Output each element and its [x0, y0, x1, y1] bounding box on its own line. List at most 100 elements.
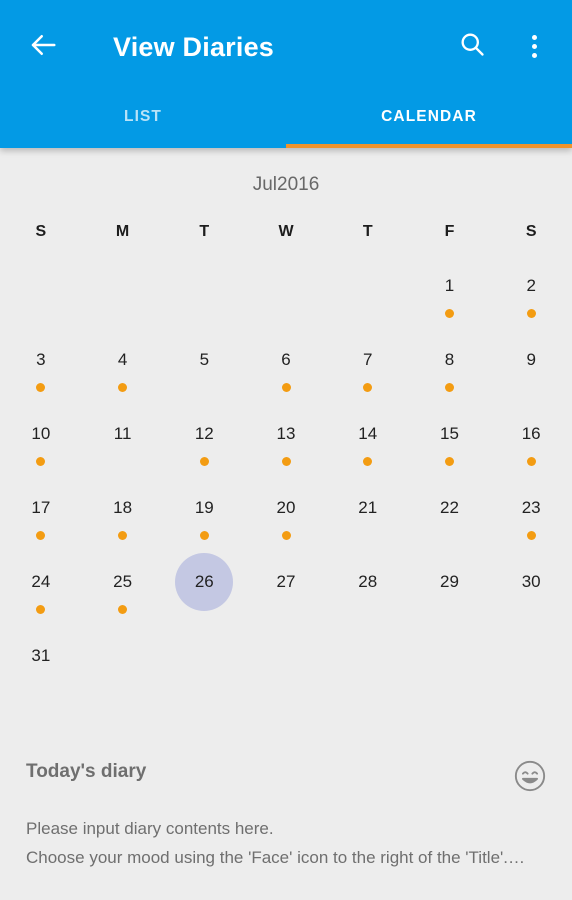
search-icon — [458, 30, 486, 63]
calendar-day-5[interactable]: 5 — [163, 337, 245, 411]
day-circle: 25 — [94, 553, 152, 611]
diary-entry-dot — [118, 605, 128, 614]
todays-diary-section: Today's diary Please input diary content… — [0, 742, 572, 872]
mood-face-button[interactable] — [508, 756, 552, 800]
day-number: 18 — [113, 498, 133, 517]
calendar-day-20[interactable]: 20 — [245, 485, 327, 559]
calendar-day-24[interactable]: 24 — [0, 559, 82, 633]
day-circle: 22 — [420, 479, 478, 537]
day-number: 16 — [521, 424, 541, 443]
day-circle: 15 — [420, 405, 478, 463]
day-circle — [94, 627, 152, 685]
day-circle: 14 — [339, 405, 397, 463]
diary-entry-dot — [363, 383, 373, 392]
calendar-day-23[interactable]: 23 — [490, 485, 572, 559]
diary-entry-dot — [444, 383, 454, 392]
diary-entry-dot — [36, 383, 46, 392]
day-number: 27 — [276, 572, 296, 591]
day-number: 25 — [113, 572, 133, 591]
day-number: 20 — [276, 498, 296, 517]
day-number: 23 — [521, 498, 541, 517]
search-button[interactable] — [448, 22, 496, 70]
diary-body-text[interactable]: Please input diary contents here. Choose… — [0, 798, 572, 872]
diary-header: Today's diary — [0, 742, 572, 798]
day-circle: 23 — [502, 479, 560, 537]
diary-entry-dot — [526, 309, 536, 318]
calendar-week-row: 24 25 26 27 28 29 30 — [0, 553, 572, 633]
day-number: 21 — [358, 498, 378, 517]
day-number: 8 — [444, 350, 455, 369]
calendar-day-empty — [0, 263, 82, 337]
calendar-day-31[interactable]: 31 — [0, 633, 82, 707]
day-circle: 9 — [502, 331, 560, 389]
calendar-day-4[interactable]: 4 — [82, 337, 164, 411]
diary-entry-dot — [118, 383, 128, 392]
calendar-day-1[interactable]: 1 — [409, 263, 491, 337]
calendar-day-7[interactable]: 7 — [327, 337, 409, 411]
calendar-day-28[interactable]: 28 — [327, 559, 409, 633]
day-number: 12 — [194, 424, 214, 443]
day-circle — [257, 257, 315, 315]
day-circle — [94, 257, 152, 315]
app-bar: View Diaries LIST CALENDAR — [0, 0, 572, 148]
day-circle: 7 — [339, 331, 397, 389]
calendar-day-22[interactable]: 22 — [409, 485, 491, 559]
day-circle: 18 — [94, 479, 152, 537]
calendar-day-30[interactable]: 30 — [490, 559, 572, 633]
month-label[interactable]: Jul2016 — [0, 148, 572, 197]
calendar-day-16[interactable]: 16 — [490, 411, 572, 485]
calendar-day-9[interactable]: 9 — [490, 337, 572, 411]
day-circle — [502, 627, 560, 685]
calendar-day-19[interactable]: 19 — [163, 485, 245, 559]
calendar-day-3[interactable]: 3 — [0, 337, 82, 411]
calendar-day-17[interactable]: 17 — [0, 485, 82, 559]
weekday-header-sat: S — [525, 223, 537, 240]
calendar-day-11[interactable]: 11 — [82, 411, 164, 485]
selected-day-circle: 26 — [175, 553, 234, 611]
day-circle: 13 — [257, 405, 315, 463]
day-circle: 31 — [12, 627, 70, 685]
day-circle — [420, 627, 478, 685]
weekday-header-thu: T — [362, 223, 373, 240]
tab-list[interactable]: LIST — [0, 92, 286, 148]
day-circle: 28 — [339, 553, 397, 611]
calendar-day-13[interactable]: 13 — [245, 411, 327, 485]
diary-entry-dot — [281, 457, 291, 466]
day-number: 9 — [526, 350, 536, 369]
overflow-menu-button[interactable] — [514, 22, 554, 70]
weekday-header-fri: F — [444, 223, 455, 240]
calendar-day-2[interactable]: 2 — [490, 263, 572, 337]
day-circle: 5 — [175, 331, 233, 389]
calendar-day-25[interactable]: 25 — [82, 559, 164, 633]
day-number: 15 — [439, 424, 459, 443]
day-circle — [175, 627, 233, 685]
day-circle — [257, 627, 315, 685]
back-button[interactable] — [17, 23, 69, 71]
calendar-day-empty — [163, 263, 245, 337]
day-number: 4 — [117, 350, 128, 369]
calendar-day-12[interactable]: 12 — [163, 411, 245, 485]
calendar-day-27[interactable]: 27 — [245, 559, 327, 633]
calendar-day-21[interactable]: 21 — [327, 485, 409, 559]
weekday-header-mon: M — [115, 223, 130, 240]
diary-entry-dot — [199, 457, 209, 466]
calendar-day-8[interactable]: 8 — [409, 337, 491, 411]
day-circle: 8 — [420, 331, 478, 389]
diary-entry-dot — [36, 457, 46, 466]
day-number: 17 — [31, 498, 51, 517]
day-number: 24 — [31, 572, 51, 591]
tab-calendar[interactable]: CALENDAR — [286, 92, 572, 148]
day-circle — [175, 257, 233, 315]
calendar-day-15[interactable]: 15 — [409, 411, 491, 485]
calendar-day-10[interactable]: 10 — [0, 411, 82, 485]
day-circle: 24 — [12, 553, 70, 611]
calendar-day-26[interactable]: 26 — [163, 553, 245, 633]
tab-bar: LIST CALENDAR — [0, 92, 572, 148]
calendar-day-14[interactable]: 14 — [327, 411, 409, 485]
day-circle: 30 — [502, 553, 560, 611]
calendar-day-29[interactable]: 29 — [409, 559, 491, 633]
day-circle — [12, 257, 70, 315]
day-number: 28 — [358, 572, 378, 591]
calendar-day-18[interactable]: 18 — [82, 485, 164, 559]
calendar-day-6[interactable]: 6 — [245, 337, 327, 411]
